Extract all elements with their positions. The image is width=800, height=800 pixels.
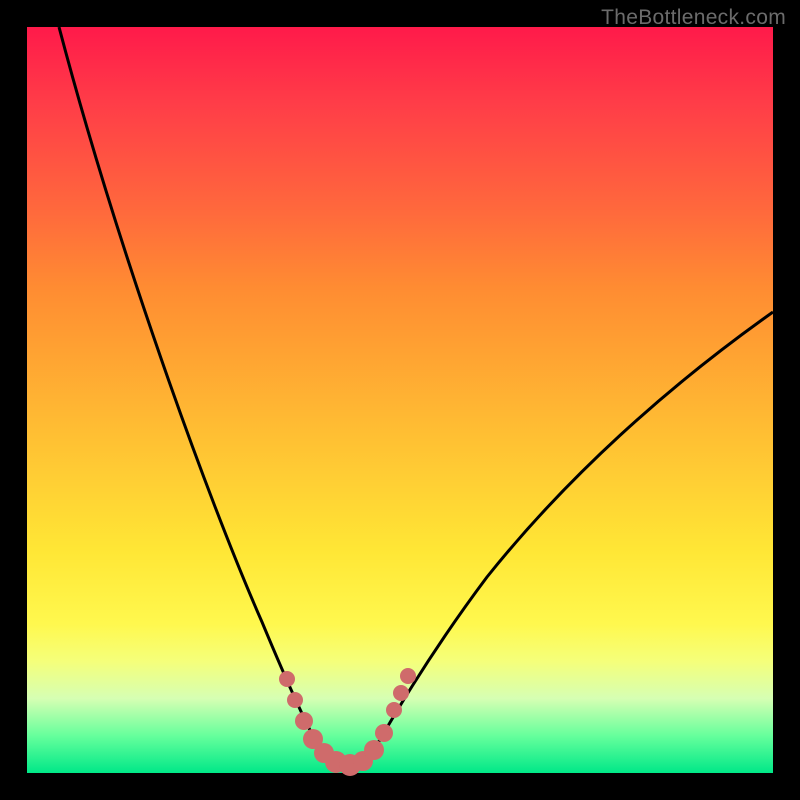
valley-beads [279, 668, 416, 776]
watermark-text: TheBottleneck.com [601, 6, 786, 30]
right-curve [367, 312, 773, 762]
chart-area [27, 27, 773, 773]
left-curve [59, 27, 327, 762]
bottleneck-curve [27, 27, 773, 773]
